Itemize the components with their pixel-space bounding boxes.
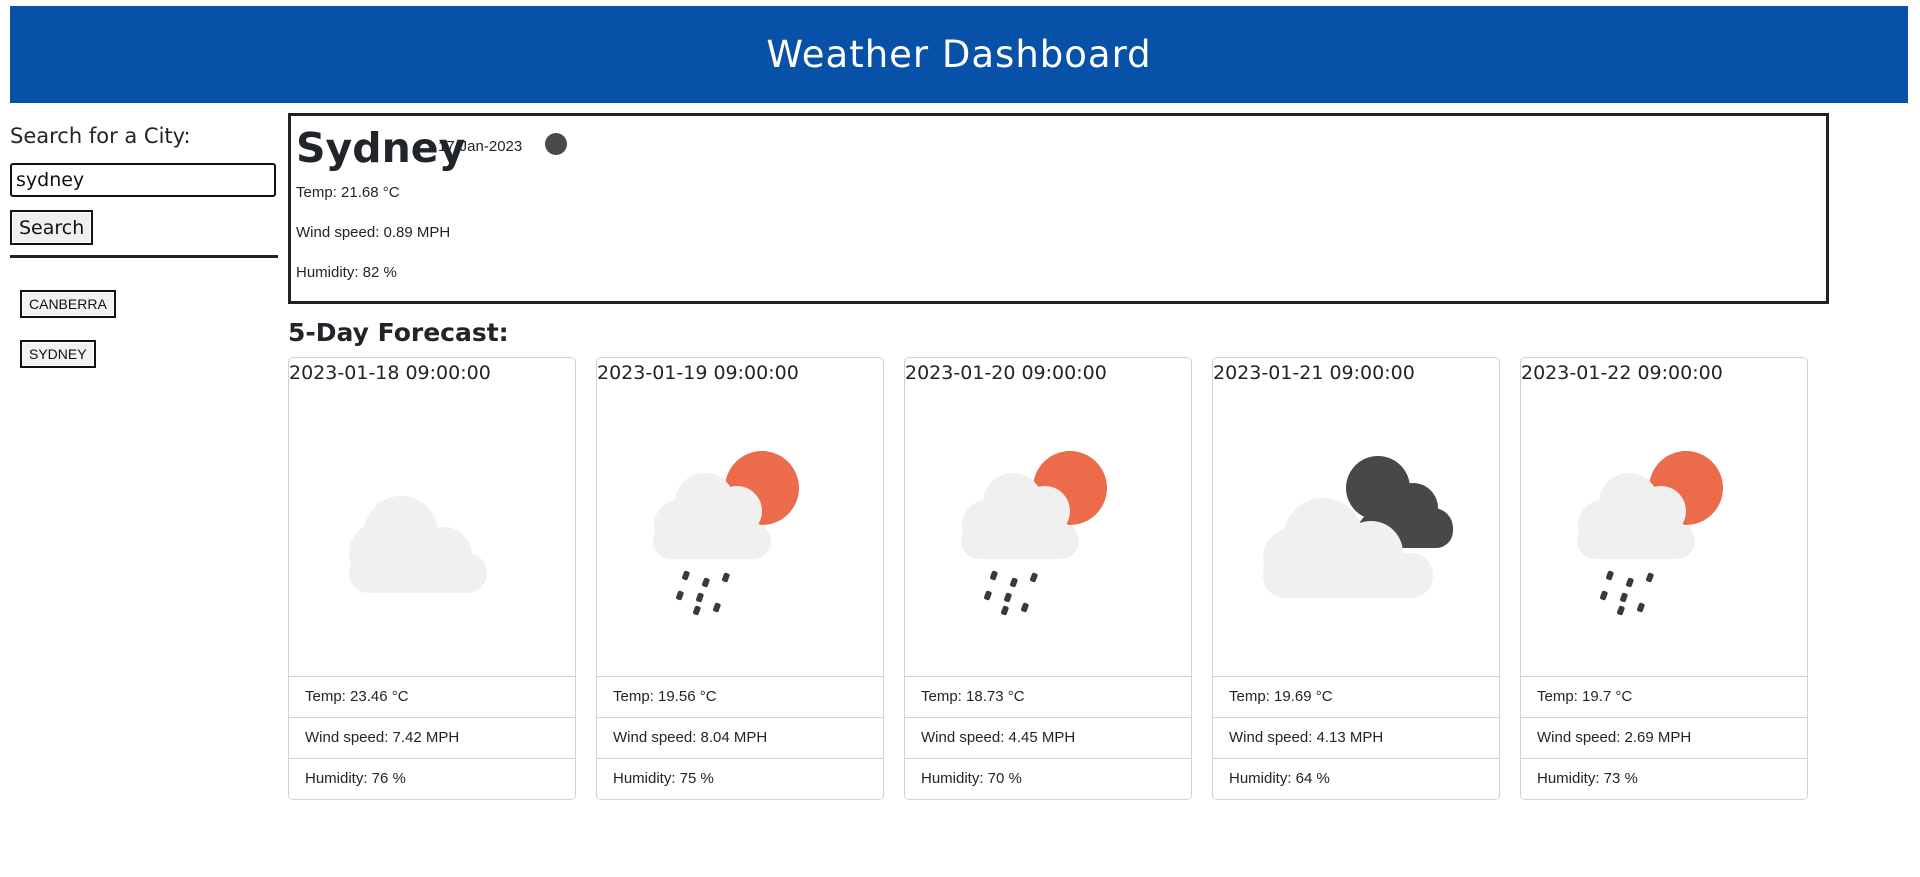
forecast-humidity: Humidity: 76 %	[289, 758, 575, 799]
forecast-humidity: Humidity: 73 %	[1521, 758, 1807, 799]
current-weather-panel: Sydney 17-Jan-2023 Temp: 21.68 °C Wind s…	[288, 113, 1829, 304]
current-date: 17-Jan-2023	[438, 138, 523, 155]
rain-sun-icon	[961, 451, 1107, 616]
forecast-temp: Temp: 19.7 °C	[1521, 676, 1807, 717]
search-label: Search for a City:	[10, 124, 191, 148]
search-input[interactable]	[10, 163, 276, 197]
forecast-card: 2023-01-20 09:00:00 Temp: 18.73 °C Wind …	[904, 357, 1192, 800]
forecast-temp: Temp: 19.69 °C	[1213, 676, 1499, 717]
forecast-card: 2023-01-21 09:00:00 Temp: 19.69 °C Wind …	[1212, 357, 1500, 800]
current-weather-icon	[545, 133, 567, 155]
history-button-canberra[interactable]: CANBERRA	[20, 290, 116, 318]
forecast-date: 2023-01-18 09:00:00	[289, 362, 491, 384]
forecast-humidity: Humidity: 70 %	[905, 758, 1191, 799]
forecast-date: 2023-01-19 09:00:00	[597, 362, 799, 384]
cloud-icon	[349, 496, 487, 593]
rain-sun-icon	[653, 451, 799, 616]
current-wind: Wind speed: 0.89 MPH	[296, 224, 451, 241]
forecast-card: 2023-01-19 09:00:00 Temp: 19.56 °C Wind …	[596, 357, 884, 800]
forecast-temp: Temp: 19.56 °C	[597, 676, 883, 717]
sidebar-divider	[10, 255, 278, 258]
forecast-wind: Wind speed: 7.42 MPH	[289, 717, 575, 758]
forecast-wind: Wind speed: 8.04 MPH	[597, 717, 883, 758]
page-title: Weather Dashboard	[766, 33, 1152, 76]
forecast-wind: Wind speed: 2.69 MPH	[1521, 717, 1807, 758]
forecast-title: 5-Day Forecast:	[288, 318, 509, 347]
current-humidity: Humidity: 82 %	[296, 264, 397, 281]
forecast-date: 2023-01-22 09:00:00	[1521, 362, 1723, 384]
search-button[interactable]: Search	[10, 210, 94, 245]
forecast-humidity: Humidity: 64 %	[1213, 758, 1499, 799]
forecast-card: 2023-01-22 09:00:00 Temp: 19.7 °C Wind s…	[1520, 357, 1808, 800]
forecast-date: 2023-01-21 09:00:00	[1213, 362, 1415, 384]
forecast-wind: Wind speed: 4.13 MPH	[1213, 717, 1499, 758]
forecast-date: 2023-01-20 09:00:00	[905, 362, 1107, 384]
dark-clouds-icon	[1263, 456, 1453, 598]
history-button-sydney[interactable]: SYDNEY	[20, 340, 96, 368]
current-temp: Temp: 21.68 °C	[296, 184, 400, 201]
forecast-temp: Temp: 23.46 °C	[289, 676, 575, 717]
forecast-wind: Wind speed: 4.45 MPH	[905, 717, 1191, 758]
rain-sun-icon	[1577, 451, 1723, 616]
app-header: Weather Dashboard	[10, 6, 1908, 103]
forecast-card: 2023-01-18 09:00:00 Temp: 23.46 °C Wind …	[288, 357, 576, 800]
forecast-humidity: Humidity: 75 %	[597, 758, 883, 799]
forecast-temp: Temp: 18.73 °C	[905, 676, 1191, 717]
